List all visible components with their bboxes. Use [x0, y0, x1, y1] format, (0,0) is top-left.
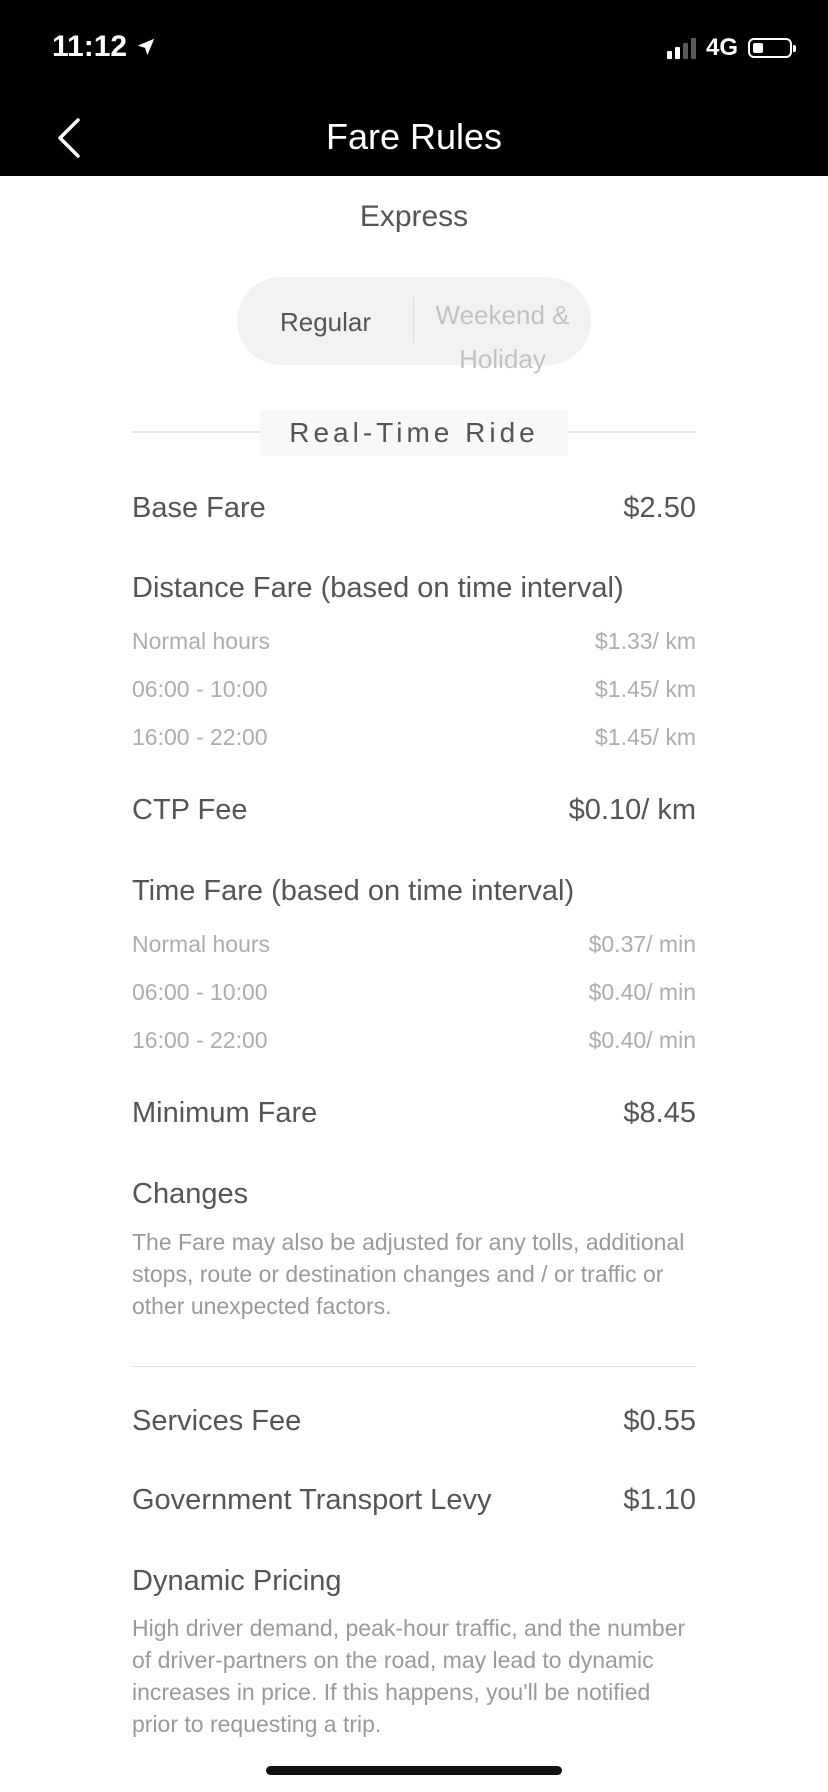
- changes-description: The Fare may also be adjusted for any to…: [132, 1229, 685, 1319]
- network-type: 4G: [705, 34, 738, 61]
- time-fare-interval: 06:00 - 10:00: [132, 979, 268, 1005]
- ctp-fee-value: $0.10/ km: [568, 794, 696, 826]
- tab-weekend-holiday[interactable]: Weekend & Holiday: [414, 293, 591, 381]
- time-fare-rate: $0.37/ min: [588, 931, 696, 957]
- status-time: 11:12: [52, 30, 128, 63]
- minimum-fare-row: Minimum Fare $8.45: [132, 1097, 696, 1130]
- services-fee-label: Services Fee: [132, 1405, 302, 1437]
- distance-fare-row: 06:00 - 10:00 $1.45/ km: [132, 676, 696, 703]
- location-arrow-icon: [137, 38, 155, 56]
- base-fare-label: Base Fare: [132, 492, 266, 524]
- distance-fare-interval: 16:00 - 22:00: [132, 724, 268, 750]
- time-fare-rate: $0.40/ min: [588, 1027, 696, 1053]
- fare-type-segmented-control: Regular Weekend & Holiday: [237, 277, 591, 374]
- time-fare-row: Normal hours $0.37/ min: [132, 931, 696, 958]
- distance-fare-heading: Distance Fare (based on time interval): [132, 572, 624, 604]
- services-fee-row: Services Fee $0.55: [132, 1405, 696, 1438]
- base-fare-row: Base Fare $2.50: [132, 492, 696, 525]
- home-indicator[interactable]: [266, 1766, 562, 1775]
- status-time-group: 11:12: [52, 30, 157, 64]
- changes-heading: Changes: [132, 1178, 249, 1210]
- distance-fare-interval: Normal hours: [132, 628, 271, 654]
- services-fee-value: $0.55: [623, 1405, 696, 1437]
- service-name: Express: [359, 200, 469, 233]
- battery-icon: [748, 38, 796, 58]
- ctp-fee-row: CTP Fee $0.10/ km: [132, 794, 696, 827]
- gov-levy-row: Government Transport Levy $1.10: [132, 1484, 696, 1517]
- base-fare-value: $2.50: [623, 492, 696, 524]
- distance-fare-rate: $1.45/ km: [595, 676, 696, 702]
- page-title: Fare Rules: [325, 116, 503, 157]
- gov-levy-label: Government Transport Levy: [132, 1484, 492, 1516]
- dynamic-pricing-description: High driver demand, peak-hour traffic, a…: [132, 1615, 686, 1737]
- status-bar: 11:12 4G: [0, 0, 828, 100]
- time-fare-rate: $0.40/ min: [588, 979, 696, 1005]
- section-header: Real-Time Ride: [132, 410, 696, 456]
- distance-fare-row: 16:00 - 22:00 $1.45/ km: [132, 724, 696, 751]
- distance-fare-interval: 06:00 - 10:00: [132, 676, 268, 702]
- section-divider: [132, 1366, 696, 1367]
- dynamic-pricing-heading: Dynamic Pricing: [132, 1565, 342, 1597]
- nav-bar: Fare Rules: [0, 100, 828, 176]
- distance-fare-rate: $1.45/ km: [595, 724, 696, 750]
- time-fare-interval: 16:00 - 22:00: [132, 1027, 268, 1053]
- time-fare-row: 06:00 - 10:00 $0.40/ min: [132, 979, 696, 1006]
- section-title: Real-Time Ride: [260, 410, 568, 456]
- time-fare-row: 16:00 - 22:00 $0.40/ min: [132, 1027, 696, 1054]
- signal-strength-icon: [666, 37, 696, 59]
- section-line-left: [132, 431, 260, 433]
- gov-levy-value: $1.10: [623, 1484, 696, 1516]
- ctp-fee-label: CTP Fee: [132, 794, 248, 826]
- status-indicators: 4G: [666, 34, 796, 62]
- time-fare-heading: Time Fare (based on time interval): [132, 875, 575, 907]
- distance-fare-rate: $1.33/ km: [595, 628, 696, 654]
- time-fare-interval: Normal hours: [132, 931, 271, 957]
- minimum-fare-label: Minimum Fare: [132, 1097, 318, 1129]
- distance-fare-row: Normal hours $1.33/ km: [132, 628, 696, 655]
- section-line-right: [568, 431, 696, 433]
- tab-regular[interactable]: Regular: [237, 307, 414, 338]
- minimum-fare-value: $8.45: [623, 1097, 696, 1129]
